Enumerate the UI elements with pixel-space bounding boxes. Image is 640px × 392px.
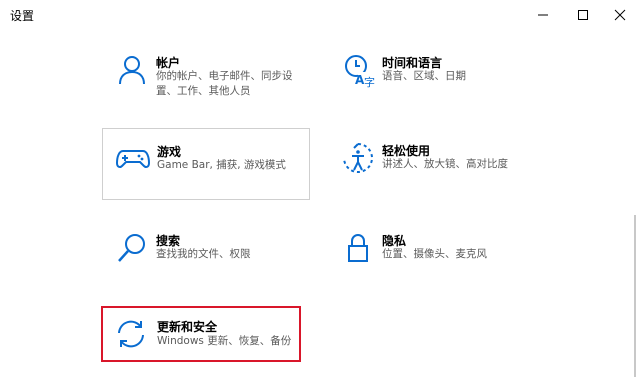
maximize-icon bbox=[578, 10, 588, 20]
gamepad-icon bbox=[115, 139, 151, 175]
search-icon bbox=[114, 230, 150, 266]
tile-title: 更新和安全 bbox=[157, 320, 218, 334]
tile-gaming[interactable]: 游戏 Game Bar, 捕获, 游戏模式 bbox=[102, 128, 310, 200]
tile-description: 你的帐户、电子邮件、同步设 bbox=[156, 70, 293, 82]
tile-description: 置、工作、其他人员 bbox=[156, 85, 251, 97]
tile-time-language[interactable]: A 字 时间和语言 语音、区域、日期 bbox=[328, 44, 536, 108]
tile-ease-of-access[interactable]: 轻松使用 讲述人、放大镜、高对比度 bbox=[328, 130, 536, 194]
person-icon bbox=[114, 52, 150, 88]
sync-icon bbox=[113, 316, 149, 352]
scrollbar[interactable] bbox=[634, 215, 636, 377]
svg-text:字: 字 bbox=[364, 75, 375, 88]
tile-description: Windows 更新、恢复、备份 bbox=[157, 335, 292, 347]
time-language-icon: A 字 bbox=[340, 52, 376, 88]
lock-icon bbox=[340, 230, 376, 266]
close-icon bbox=[614, 9, 626, 21]
close-button[interactable] bbox=[600, 0, 640, 30]
minimize-button[interactable] bbox=[523, 0, 563, 30]
tile-description: 查找我的文件、权限 bbox=[156, 248, 251, 260]
ease-of-access-icon bbox=[340, 140, 376, 176]
tile-description: 位置、摄像头、麦克风 bbox=[382, 248, 487, 260]
tile-description: 讲述人、放大镜、高对比度 bbox=[382, 158, 508, 170]
maximize-button[interactable] bbox=[563, 0, 603, 30]
tile-privacy[interactable]: 隐私 位置、摄像头、麦克风 bbox=[328, 222, 536, 286]
tile-description: Game Bar, 捕获, 游戏模式 bbox=[157, 159, 286, 171]
window-title: 设置 bbox=[10, 9, 35, 23]
tile-description: 语音、区域、日期 bbox=[382, 70, 466, 82]
minimize-icon bbox=[538, 14, 548, 16]
tile-search[interactable]: 搜索 查找我的文件、权限 bbox=[102, 222, 310, 286]
tile-accounts[interactable]: 帐户 你的帐户、电子邮件、同步设 置、工作、其他人员 bbox=[102, 44, 310, 108]
tile-update-security[interactable]: 更新和安全 Windows 更新、恢复、备份 bbox=[101, 306, 301, 362]
title-bar: 设置 bbox=[0, 0, 640, 30]
